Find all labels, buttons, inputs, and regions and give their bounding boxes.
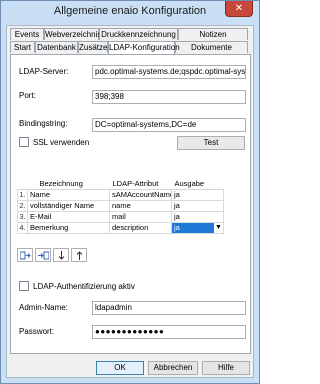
tab-dokumente[interactable]: Dokumente — [175, 41, 248, 53]
ssl-checkbox[interactable] — [19, 137, 29, 147]
bindingstring-label: Bindingstring: — [19, 119, 68, 128]
ok-button[interactable]: OK — [96, 361, 144, 375]
row-number: 3. — [17, 210, 28, 223]
tab-webverzeichnis[interactable]: Webverzeichnis — [44, 28, 101, 40]
cell-ldap-attribut[interactable]: name — [109, 199, 172, 212]
ldap-server-input[interactable]: pdc.optimal-systems.de;qspdc.optimal-sys… — [92, 65, 246, 79]
insert-row-button[interactable] — [17, 248, 33, 262]
ldap-auth-label: LDAP-Authentifizierung aktiv — [33, 282, 135, 291]
test-button[interactable]: Test — [177, 136, 245, 150]
column-header-ausgabe[interactable]: Ausgabe — [171, 179, 224, 190]
ldap-panel: LDAP-Server: pdc.optimal-systems.de;qspd… — [10, 54, 251, 354]
tab-start[interactable]: Start — [10, 41, 35, 53]
password-input[interactable]: ●●●●●●●●●●●●● — [92, 325, 246, 339]
row-number: 2. — [17, 199, 28, 212]
tab-zusaetze[interactable]: Zusätze — [78, 41, 108, 53]
port-input[interactable]: 398;398 — [92, 90, 246, 104]
ausgabe-dropdown-value: ja — [174, 223, 180, 232]
ssl-label: SSL verwenden — [33, 138, 90, 147]
tab-events[interactable]: Events — [10, 28, 44, 40]
admin-name-input[interactable]: ldapadmin — [92, 301, 246, 315]
move-up-button[interactable] — [71, 248, 87, 262]
dialog-client: Events Webverzeichnis Druckkennzeichnung… — [6, 25, 254, 378]
delete-row-button[interactable] — [35, 248, 51, 262]
ldap-server-label: LDAP-Server: — [19, 67, 69, 76]
table-row[interactable]: 3. E-Mail mail ja — [17, 210, 224, 223]
tab-notizen[interactable]: Notizen — [178, 28, 248, 40]
close-button[interactable]: ✕ — [225, 1, 253, 17]
cell-ldap-attribut[interactable]: sAMAccountName — [109, 188, 172, 201]
help-button[interactable]: Hilfe — [202, 361, 250, 375]
ausgabe-dropdown[interactable]: ja ▼ — [171, 221, 224, 234]
cell-bezeichnung[interactable]: Bemerkung — [27, 221, 110, 234]
tab-datenbank[interactable]: Datenbank — [35, 41, 78, 53]
table-header-row: Bezeichnung LDAP-Attribut Ausgabe — [18, 179, 224, 190]
move-up-icon — [76, 251, 83, 260]
table-row[interactable]: 4. Bemerkung description ja ▼ — [17, 221, 224, 234]
cell-bezeichnung[interactable]: vollständiger Name — [27, 199, 110, 212]
cell-ausgabe[interactable]: ja — [171, 188, 224, 201]
delete-row-icon — [38, 251, 49, 260]
insert-row-icon — [20, 251, 31, 260]
cell-ldap-attribut[interactable]: description — [109, 221, 172, 234]
ldap-auth-checkbox[interactable] — [19, 281, 29, 291]
move-down-icon — [58, 251, 65, 260]
window-title: Allgemeine enaio Konfiguration — [53, 5, 207, 17]
table-row[interactable]: 1. Name sAMAccountName ja — [17, 188, 224, 201]
tab-druckkennzeichnung[interactable]: Druckkennzeichnung — [99, 28, 178, 40]
cell-bezeichnung[interactable]: E-Mail — [27, 210, 110, 223]
row-number: 4. — [17, 221, 28, 234]
table-row[interactable]: 2. vollständiger Name name ja — [17, 199, 224, 212]
title-bar: Allgemeine enaio Konfiguration ✕ — [1, 1, 259, 23]
row-number: 1. — [17, 188, 28, 201]
configuration-window: Allgemeine enaio Konfiguration ✕ Events … — [0, 0, 260, 384]
port-label: Port: — [19, 91, 36, 100]
cell-ausgabe[interactable]: ja — [171, 210, 224, 223]
cancel-button[interactable]: Abbrechen — [148, 361, 198, 375]
column-header-ldap-attribut[interactable]: LDAP-Attribut — [109, 179, 172, 190]
move-down-button[interactable] — [53, 248, 69, 262]
admin-name-label: Admin-Name: — [19, 303, 68, 312]
column-header-bezeichnung[interactable]: Bezeichnung — [27, 179, 110, 190]
cell-ldap-attribut[interactable]: mail — [109, 210, 172, 223]
tab-ldap-konfiguration[interactable]: LDAP-Konfiguration — [108, 41, 180, 54]
password-label: Passwort: — [19, 327, 55, 336]
chevron-down-icon[interactable]: ▼ — [214, 223, 223, 232]
cell-ausgabe[interactable]: ja — [171, 199, 224, 212]
attribute-mapping-table: Bezeichnung LDAP-Attribut Ausgabe 1. Nam… — [17, 179, 224, 234]
bindingstring-input[interactable]: DC=optimal-systems,DC=de — [92, 118, 246, 132]
cell-bezeichnung[interactable]: Name — [27, 188, 110, 201]
